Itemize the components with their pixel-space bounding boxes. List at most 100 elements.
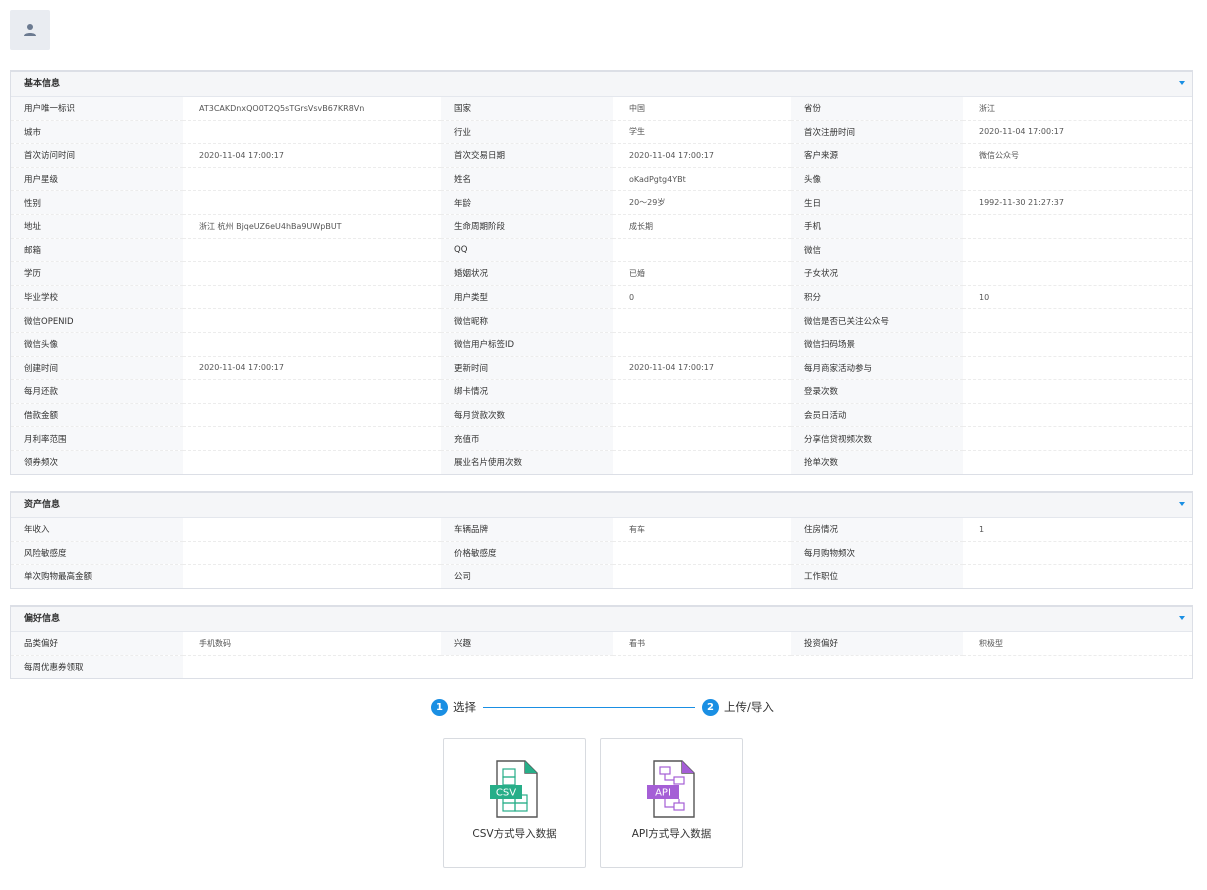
field-value: [963, 261, 1192, 286]
field-label: 用户唯一标识: [11, 97, 183, 121]
panel-header[interactable]: 资产信息: [11, 493, 1192, 518]
field-value: 成长期: [613, 214, 791, 239]
field-label: 微信扫码场景: [791, 332, 963, 357]
field-label: 抢单次数: [791, 450, 963, 474]
field-value: [963, 541, 1192, 566]
field-label: 用户星级: [11, 167, 183, 192]
field-label: 车辆品牌: [441, 518, 613, 542]
field-value: [183, 332, 441, 357]
preference-info-panel: 偏好信息 品类偏好 手机数码 兴趣 看书 投资偏好 积极型 每周优惠券领取: [10, 605, 1193, 680]
field-label: 姓名: [441, 167, 613, 192]
field-label: 生日: [791, 190, 963, 215]
field-value: [183, 541, 441, 566]
field-value: 已婚: [613, 261, 791, 286]
field-label: 邮箱: [11, 238, 183, 263]
field-value: [183, 285, 441, 310]
field-value: AT3CAKDnxQO0T2Q5sTGrsVsvB67KR8Vn: [183, 97, 441, 121]
collapse-caret-icon[interactable]: [1179, 616, 1185, 620]
field-value: 浙江 杭州 BjqeUZ6eU4hBa9UWpBUT: [183, 214, 441, 239]
field-value: 20～29岁: [613, 190, 791, 215]
step-2-number: 2: [702, 698, 719, 716]
field-value: [183, 403, 441, 428]
table-row: 品类偏好 手机数码 兴趣 看书 投资偏好 积极型: [11, 632, 1192, 656]
api-import-card[interactable]: API API方式导入数据: [600, 738, 743, 868]
field-label: 地址: [11, 214, 183, 239]
table-row: 月利率范围 充值币 分享信贷视频次数: [11, 426, 1192, 451]
field-label: 首次注册时间: [791, 120, 963, 145]
table-row: 风险敏感度 价格敏感度 每月购物频次: [11, 541, 1192, 566]
field-value: [613, 426, 791, 451]
field-label: 充值币: [441, 426, 613, 451]
user-icon: [24, 24, 36, 36]
table-row: 年收入 车辆品牌 有车 住房情况 1: [11, 518, 1192, 542]
csv-import-label: CSV方式导入数据: [472, 828, 557, 840]
field-value: [183, 426, 441, 451]
field-value: 1: [963, 518, 1192, 542]
field-label: 每月还款: [11, 379, 183, 404]
field-label: 微信是否已关注公众号: [791, 308, 963, 333]
info-table: 用户唯一标识 AT3CAKDnxQO0T2Q5sTGrsVsvB67KR8Vn 国家…: [11, 97, 1192, 474]
table-row: 借款金额 每月贷款次数 会员日活动: [11, 403, 1192, 428]
field-value: [963, 167, 1192, 192]
field-value: 10: [963, 285, 1192, 310]
field-value: [613, 332, 791, 357]
table-row: 邮箱 QQ 微信: [11, 238, 1192, 263]
field-value: [963, 332, 1192, 357]
field-value: 学生: [613, 120, 791, 145]
table-row: 用户星级 姓名 oKadPgtg4YBt 头像: [11, 167, 1192, 192]
field-value: 2020-11-04 17:00:17: [183, 356, 441, 381]
field-label: 生命周期阶段: [441, 214, 613, 239]
field-value: [613, 450, 791, 473]
csv-file-icon: CSV: [490, 760, 538, 818]
table-row: 首次访问时间 2020-11-04 17:00:17 首次交易日期 2020-11-0…: [11, 143, 1192, 168]
field-label: 微信: [791, 238, 963, 263]
field-label: 微信昵称: [441, 308, 613, 333]
field-label: 微信OPENID: [11, 308, 183, 333]
field-value: [963, 426, 1192, 451]
field-value: [183, 261, 441, 286]
field-value: 积极型: [963, 632, 1192, 656]
field-label: 月利率范围: [11, 426, 183, 451]
csv-import-card[interactable]: CSV CSV方式导入数据: [443, 738, 586, 868]
field-label: 会员日活动: [791, 403, 963, 428]
field-value: [183, 565, 441, 588]
import-steps: 1 选择 2 上传/导入: [431, 697, 774, 717]
field-value: 中国: [613, 97, 791, 121]
field-label: 微信用户标签ID: [441, 332, 613, 357]
table-row: 单次购物最高金额 公司 工作职位: [11, 564, 1192, 588]
field-label: 首次交易日期: [441, 143, 613, 168]
user-avatar: [10, 10, 50, 50]
field-label: 首次访问时间: [11, 143, 183, 168]
field-label: 公司: [441, 564, 613, 588]
basic-info-panel: 基本信息 用户唯一标识 AT3CAKDnxQO0T2Q5sTGrsVsvB67KR8…: [10, 70, 1193, 475]
field-value: 0: [613, 285, 791, 310]
field-label: 兴趣: [441, 632, 613, 656]
field-value: [613, 308, 791, 333]
field-label: 每月贷款次数: [441, 403, 613, 428]
field-value: oKadPgtg4YBt: [613, 167, 791, 192]
field-value: 看书: [613, 632, 791, 656]
field-label: 婚姻状况: [441, 261, 613, 286]
field-value: [183, 308, 441, 333]
table-row: 微信头像 微信用户标签ID 微信扫码场景: [11, 332, 1192, 357]
table-row: 创建时间 2020-11-04 17:00:17 更新时间 2020-11-04 17…: [11, 356, 1192, 381]
field-label: 行业: [441, 120, 613, 145]
field-label: 创建时间: [11, 356, 183, 381]
table-row: 每周优惠券领取: [11, 655, 1192, 679]
api-import-label: API方式导入数据: [631, 828, 712, 840]
field-value: 2020-11-04 17:00:17: [963, 120, 1192, 145]
field-label: QQ: [441, 238, 613, 263]
field-label: 工作职位: [791, 564, 963, 588]
panel-header[interactable]: 基本信息: [11, 72, 1192, 97]
collapse-caret-icon[interactable]: [1179, 81, 1185, 85]
field-value: 1992-11-30 21:27:37: [963, 190, 1192, 215]
field-label: 住房情况: [791, 518, 963, 542]
collapse-caret-icon[interactable]: [1179, 502, 1185, 506]
field-value: [613, 238, 791, 263]
panel-header[interactable]: 偏好信息: [11, 607, 1192, 632]
field-label: 每月购物频次: [791, 541, 963, 566]
field-label: 头像: [791, 167, 963, 192]
field-value: 微信公众号: [963, 143, 1192, 168]
table-row: 学历 婚姻状况 已婚 子女状况: [11, 261, 1192, 286]
field-value: 浙江: [963, 97, 1192, 121]
